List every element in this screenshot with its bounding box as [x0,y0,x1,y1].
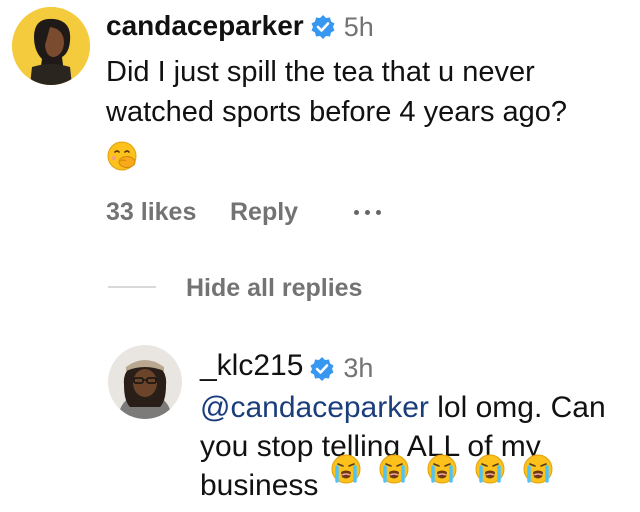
loudly-crying-face-icon [379,454,409,484]
likes-count[interactable]: 33 likes [106,198,196,227]
loudly-crying-face-icon [523,454,553,484]
comment-text: Did I just spill the tea that u never wa… [106,52,567,132]
comment-username[interactable]: candaceparker [106,10,304,42]
reply-username[interactable]: _klc215 [200,349,303,383]
mention-link[interactable]: @candaceparker [200,391,429,424]
comment-text-line: watched sports before 4 years ago? [106,96,568,128]
loudly-crying-face-icon [427,454,457,484]
verified-badge-icon [310,357,334,381]
dot [376,210,381,215]
divider [108,286,156,288]
comment-text-line: Did I just spill the tea that u never [106,56,535,88]
hide-all-replies-button[interactable]: Hide all replies [186,274,362,303]
comment-time: 5h [343,12,374,42]
reply-text-fragment: business [200,469,319,502]
reply-text-line: @candaceparker lol omg. Can [200,388,606,427]
dot [354,210,359,215]
verified-badge-icon [311,15,335,39]
face-with-hand-over-mouth-icon [107,141,137,171]
more-options-icon[interactable] [348,208,388,218]
avatar[interactable] [12,7,90,85]
reply-text-fragment: lol omg. Can [428,391,606,424]
reply-button[interactable]: Reply [230,198,298,227]
reply-time: 3h [343,353,374,383]
reply-text: @candaceparker lol omg. Can you stop tel… [200,388,606,505]
loudly-crying-face-icon [331,454,361,484]
loudly-crying-face-icon [475,454,505,484]
dot [365,210,370,215]
reply-avatar[interactable] [108,345,182,419]
